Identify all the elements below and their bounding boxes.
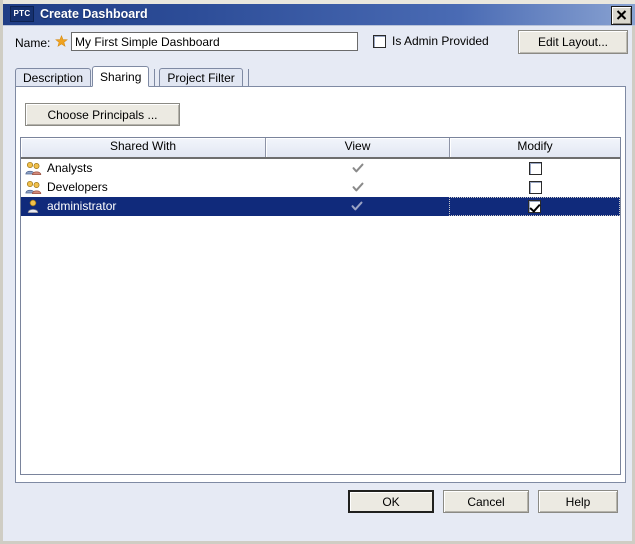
tab-sharing[interactable]: Sharing: [92, 66, 150, 87]
modify-checkbox[interactable]: [528, 200, 542, 213]
user-icon: [25, 199, 42, 214]
table-header-row: Shared With View Modify: [21, 138, 620, 159]
dialog-footer: OK Cancel Help: [3, 483, 632, 541]
row-name: Analysts: [47, 161, 93, 175]
tab-project-filter[interactable]: Project Filter: [159, 68, 243, 87]
cell-shared-with: Developers: [21, 178, 266, 197]
table-row[interactable]: Developers: [21, 178, 620, 197]
title-bar-top-strip: [3, 0, 635, 4]
cell-modify[interactable]: [450, 178, 620, 197]
cell-view: [266, 197, 450, 216]
close-icon[interactable]: [611, 6, 632, 25]
cell-modify[interactable]: [449, 197, 620, 216]
name-row: Name: Is Admin Provided Edit Layout...: [3, 30, 635, 58]
title-bar: PTC Create Dashboard: [3, 0, 635, 26]
table-row[interactable]: Analysts: [21, 159, 620, 178]
check-icon: [352, 163, 364, 173]
check-icon: [352, 182, 364, 192]
name-label: Name:: [15, 36, 51, 50]
ok-button[interactable]: OK: [348, 490, 434, 513]
create-dashboard-dialog: PTC Create Dashboard Name: Is Admin Prov…: [0, 0, 635, 544]
group-icon: [25, 161, 42, 176]
tab-separator: [154, 69, 156, 86]
column-header-shared-with[interactable]: Shared With: [21, 138, 266, 157]
is-admin-provided-label: Is Admin Provided: [392, 34, 489, 48]
check-icon: [351, 201, 363, 211]
cell-view: [266, 159, 450, 178]
is-admin-provided-checkbox[interactable]: Is Admin Provided: [373, 34, 489, 48]
edit-layout-button[interactable]: Edit Layout...: [518, 30, 628, 54]
table-row[interactable]: administrator: [21, 197, 620, 216]
row-name: Developers: [47, 180, 108, 194]
column-header-modify[interactable]: Modify: [450, 138, 620, 157]
ptc-logo-icon: PTC: [10, 6, 34, 22]
shared-with-table: Shared With View Modify Analysts Develop…: [20, 137, 621, 475]
tab-description[interactable]: Description: [15, 68, 92, 87]
help-button[interactable]: Help: [538, 490, 618, 513]
modify-checkbox[interactable]: [528, 181, 542, 194]
cancel-button[interactable]: Cancel: [443, 490, 529, 513]
table-body: Analysts Developers administrator: [21, 159, 620, 216]
group-icon: [25, 180, 42, 195]
cell-shared-with: Analysts: [21, 159, 266, 178]
required-star-icon: [55, 34, 68, 48]
choose-principals-button[interactable]: Choose Principals ...: [25, 103, 180, 126]
window-title: Create Dashboard: [40, 7, 148, 21]
tab-bar: Description Sharing Project Filter: [15, 66, 253, 87]
cell-modify[interactable]: [450, 159, 620, 178]
cell-shared-with: administrator: [21, 197, 266, 216]
cell-view: [266, 178, 450, 197]
row-name: administrator: [47, 199, 117, 213]
column-header-view[interactable]: View: [266, 138, 450, 157]
modify-checkbox[interactable]: [528, 162, 542, 175]
name-input[interactable]: [71, 32, 358, 51]
is-admin-provided-box[interactable]: [373, 34, 386, 48]
tab-separator-end: [247, 69, 249, 86]
